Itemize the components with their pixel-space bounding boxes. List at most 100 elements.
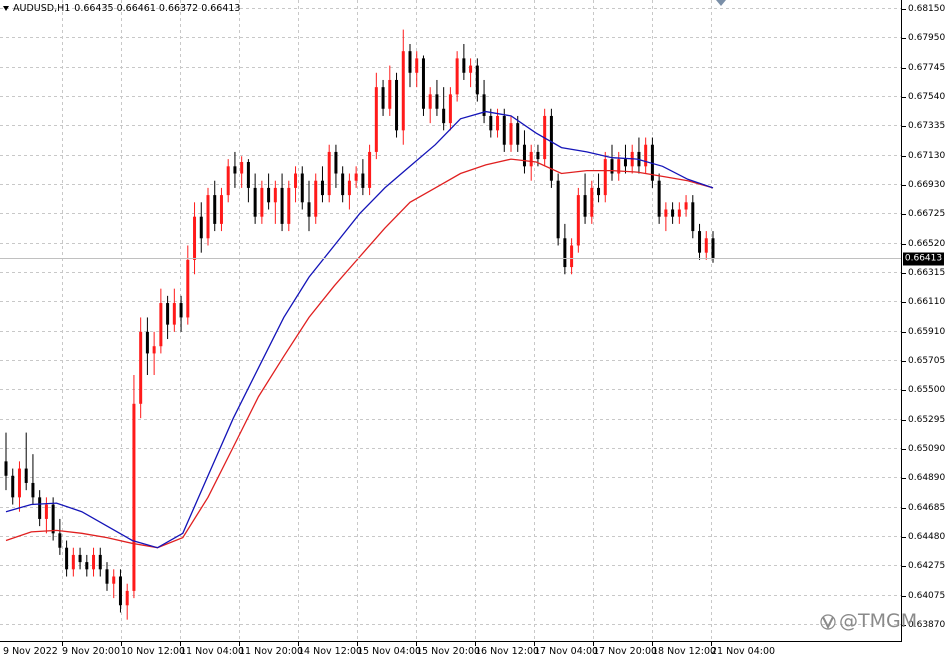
price-tick-label: 0.64685 bbox=[908, 502, 946, 513]
price-tick-label: 0.64480 bbox=[908, 531, 946, 542]
candle-bull bbox=[327, 151, 331, 196]
price-tick bbox=[902, 360, 906, 362]
price-tick-label: 0.66520 bbox=[908, 238, 946, 249]
candle-bear bbox=[51, 504, 55, 534]
candle-bear bbox=[98, 554, 102, 570]
candle-bull bbox=[570, 245, 574, 268]
time-tick-label: 17 Nov 20:00 bbox=[593, 646, 658, 657]
candle-bear bbox=[442, 108, 446, 124]
price-tick bbox=[902, 125, 906, 127]
candle-bear bbox=[267, 187, 271, 203]
time-tick-label: 17 Nov 04:00 bbox=[534, 646, 599, 657]
candle-bull bbox=[206, 195, 210, 239]
time-tick-label: 16 Nov 12:00 bbox=[475, 646, 540, 657]
candle-bear bbox=[300, 173, 304, 203]
price-tick bbox=[902, 213, 906, 215]
candle-bull bbox=[125, 590, 129, 606]
candle-bull bbox=[374, 87, 378, 152]
candle-bear bbox=[657, 180, 661, 217]
candle-bear bbox=[320, 180, 324, 196]
candle-bear bbox=[711, 238, 715, 259]
candle-bull bbox=[186, 259, 190, 318]
candle-bull bbox=[226, 166, 230, 196]
candle-bull bbox=[132, 403, 136, 591]
price-tick-label: 0.64075 bbox=[908, 590, 946, 601]
candle-bear bbox=[691, 202, 695, 232]
price-tick bbox=[902, 8, 906, 10]
candle-bear bbox=[38, 497, 42, 519]
candle-bull bbox=[314, 180, 318, 217]
time-tick-label: 18 Nov 12:00 bbox=[652, 646, 717, 657]
candle-bear bbox=[502, 115, 506, 145]
candle-bear bbox=[610, 159, 614, 174]
price-tick-label: 0.65910 bbox=[908, 326, 946, 337]
candle-bear bbox=[24, 468, 28, 483]
candle-bull bbox=[139, 331, 143, 404]
chart-shift-marker-icon[interactable] bbox=[716, 0, 726, 6]
price-tick bbox=[902, 507, 906, 509]
candlestick-series bbox=[4, 29, 715, 620]
candle-bear bbox=[213, 195, 217, 224]
time-axis[interactable]: 9 Nov 2022 9 Nov 20:00 10 Nov 12:00 11 Nov … bbox=[0, 642, 949, 664]
candle-bear bbox=[166, 303, 170, 325]
candle-bull bbox=[455, 58, 459, 95]
price-tick-label: 0.67745 bbox=[908, 62, 946, 73]
price-chart[interactable] bbox=[0, 0, 901, 641]
time-tick-label: 11 Nov 04:00 bbox=[180, 646, 245, 657]
candle-bull bbox=[159, 303, 163, 347]
price-tick-label: 0.68150 bbox=[908, 3, 946, 14]
candle-bear bbox=[233, 166, 237, 174]
candle-bear bbox=[536, 151, 540, 160]
symbol-header[interactable]: AUDUSD,H1 0.66435 0.66461 0.66372 0.6641… bbox=[3, 3, 240, 14]
candle-bear bbox=[361, 173, 365, 188]
time-tick-label: 15 Nov 20:00 bbox=[416, 646, 481, 657]
chart-plot-area[interactable]: AUDUSD,H1 0.66435 0.66461 0.66372 0.6641… bbox=[0, 0, 902, 642]
candle-bear bbox=[522, 144, 526, 167]
candle-bear bbox=[246, 162, 250, 188]
candle-bull bbox=[219, 195, 223, 224]
price-axis[interactable]: 0.68150 0.67950 0.67745 0.67540 0.67335 0.671… bbox=[902, 0, 949, 641]
candle-bull bbox=[368, 151, 372, 188]
candle-bull bbox=[529, 151, 533, 167]
ma-fast-line bbox=[5, 110, 714, 549]
candle-bull bbox=[17, 468, 21, 498]
price-tick bbox=[902, 301, 906, 303]
candle-bear bbox=[78, 554, 82, 563]
price-tick-label: 0.65705 bbox=[908, 355, 946, 366]
price-tick bbox=[902, 565, 906, 567]
price-tick-label: 0.64275 bbox=[908, 560, 946, 571]
price-tick-label: 0.67950 bbox=[908, 32, 946, 43]
candle-bull bbox=[347, 180, 351, 196]
current-price-badge: 0.66413 bbox=[903, 252, 944, 265]
price-tick-label: 0.66930 bbox=[908, 179, 946, 190]
candle-bear bbox=[65, 547, 69, 570]
candle-bear bbox=[381, 87, 385, 109]
candle-bear bbox=[11, 475, 15, 498]
ma-slow-line bbox=[5, 158, 714, 549]
price-tick-label: 0.66725 bbox=[908, 208, 946, 219]
candle-bull bbox=[71, 554, 75, 570]
candle-bull bbox=[684, 202, 688, 210]
price-tick-label: 0.66315 bbox=[908, 267, 946, 278]
candle-bear bbox=[623, 159, 627, 167]
candle-bull bbox=[294, 173, 298, 188]
candle-bear bbox=[105, 569, 109, 584]
price-tick bbox=[902, 419, 906, 421]
time-tick-label: 14 Nov 12:00 bbox=[298, 646, 363, 657]
candle-bear bbox=[583, 195, 587, 217]
price-tick bbox=[902, 155, 906, 157]
moving-average-lines bbox=[5, 110, 714, 549]
candle-bull bbox=[44, 504, 48, 519]
candle-bull bbox=[415, 58, 419, 73]
candle-bear bbox=[462, 58, 466, 73]
candle-bull bbox=[590, 187, 594, 217]
candle-bear bbox=[280, 187, 284, 224]
dropdown-triangle-icon[interactable] bbox=[3, 6, 9, 11]
candle-bear bbox=[421, 58, 425, 109]
candle-bull bbox=[354, 173, 358, 181]
candle-bear bbox=[31, 482, 35, 498]
price-tick bbox=[902, 595, 906, 597]
candle-bear bbox=[341, 173, 345, 196]
candle-bull bbox=[428, 94, 432, 109]
candle-bull bbox=[401, 51, 405, 131]
